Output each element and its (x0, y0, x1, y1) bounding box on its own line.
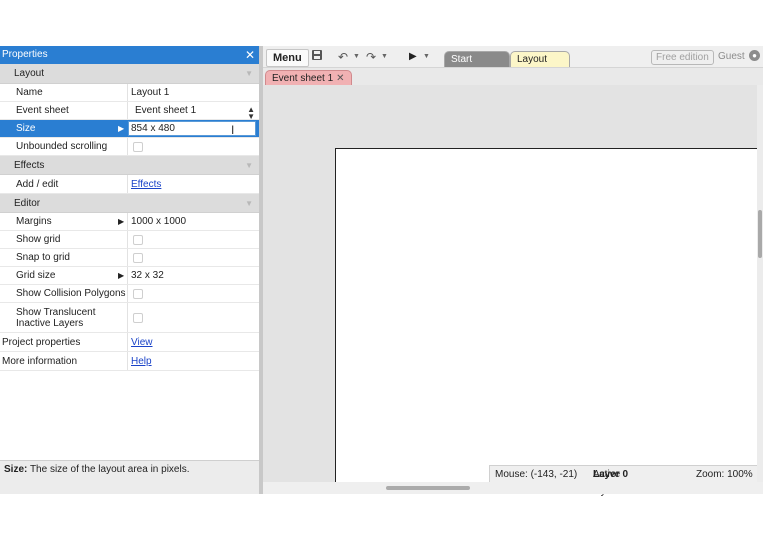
properties-panel: Properties ✕ Layout ▼ Name Layout 1 Even… (0, 46, 259, 494)
grid-size-value[interactable]: 32 x 32 (131, 267, 164, 285)
row-label: Show Translucent Inactive Layers (16, 307, 96, 329)
row-label: Project properties (2, 337, 81, 348)
row-add-edit[interactable]: Add / edit Effects (0, 175, 259, 194)
horizontal-scroll-thumb[interactable] (386, 486, 470, 490)
user-name[interactable]: Guest (718, 50, 745, 63)
main-toolbar: Menu ↶ ▼ ↷ ▼ ▶ ▼ Start page✕ Layout 1✕ F… (263, 46, 763, 81)
dropdown-icon[interactable]: ▼ (423, 49, 430, 65)
category-layout[interactable]: Layout ▼ (0, 64, 259, 84)
collapse-icon[interactable]: ▼ (245, 156, 253, 175)
effects-link[interactable]: Effects (131, 175, 161, 194)
row-snap-to-grid[interactable]: Snap to grid (0, 249, 259, 267)
expand-arrow-icon[interactable]: ▶ (118, 267, 124, 285)
app-window: Properties ✕ Layout ▼ Name Layout 1 Even… (0, 46, 763, 497)
menu-button[interactable]: Menu (266, 49, 309, 67)
select-arrows-icon[interactable]: ▲ ▼ (247, 106, 255, 121)
row-label: Name (16, 87, 43, 98)
row-project-properties[interactable]: Project properties View (0, 333, 259, 352)
layout-canvas[interactable] (335, 148, 757, 482)
status-bar: Mouse: (-143, -21) Active layer: Layer 0… (489, 465, 757, 497)
row-show-translucent[interactable]: Show Translucent Inactive Layers (0, 303, 259, 333)
row-label: Show grid (16, 234, 61, 245)
row-label: Size (16, 123, 36, 134)
play-icon[interactable]: ▶ (409, 49, 417, 65)
row-label: Snap to grid (16, 252, 70, 263)
row-unbounded-scrolling[interactable]: Unbounded scrolling (0, 138, 259, 156)
help-link[interactable]: Help (131, 352, 152, 371)
row-show-collision-polygons[interactable]: Show Collision Polygons (0, 285, 259, 303)
category-label: Editor (14, 198, 41, 209)
row-label: Margins (16, 216, 52, 227)
property-description: Size: The size of the layout area in pix… (0, 460, 259, 494)
row-show-grid[interactable]: Show grid (0, 231, 259, 249)
margins-value[interactable]: 1000 x 1000 (131, 213, 186, 231)
text-cursor-icon: I (231, 123, 235, 137)
close-icon[interactable]: ✕ (336, 73, 344, 84)
unbounded-scrolling-checkbox[interactable] (133, 142, 143, 152)
dropdown-icon[interactable]: ▼ (353, 49, 360, 65)
category-editor[interactable]: Editor ▼ (0, 194, 259, 213)
category-label: Layout (14, 68, 45, 79)
name-value[interactable]: Layout 1 (131, 84, 169, 102)
subtab-bar: Event sheet 1 ✕ (263, 68, 763, 85)
event-sheet-select[interactable]: Event sheet 1 (135, 102, 196, 120)
description-title: Size: (4, 464, 28, 475)
collapse-icon[interactable]: ▼ (245, 64, 253, 84)
redo-icon[interactable]: ↷ (366, 49, 376, 65)
row-label: Event sheet (16, 105, 69, 116)
row-label: Show Collision Polygons (16, 288, 126, 299)
expand-arrow-icon[interactable]: ▶ (118, 120, 124, 138)
label-line: Show Translucent (16, 307, 96, 318)
close-icon[interactable]: ✕ (245, 46, 255, 64)
save-icon[interactable] (311, 49, 323, 65)
row-name[interactable]: Name Layout 1 (0, 84, 259, 102)
row-size[interactable]: Size ▶ I (0, 120, 259, 138)
show-collision-checkbox[interactable] (133, 289, 143, 299)
label-line: Inactive Layers (16, 318, 84, 329)
zoom-level: Zoom: 100% (696, 469, 753, 480)
row-event-sheet[interactable]: Event sheet Event sheet 1 ▲ ▼ (0, 102, 259, 121)
show-translucent-checkbox[interactable] (133, 313, 143, 323)
category-label: Effects (14, 160, 45, 171)
tab-event-sheet-1[interactable]: Event sheet 1 ✕ (265, 70, 352, 85)
layout-view[interactable] (263, 85, 757, 482)
row-label: Add / edit (16, 179, 59, 190)
active-layer: Active layer: Layer 0 (593, 466, 628, 497)
view-link[interactable]: View (131, 333, 153, 352)
snap-to-grid-checkbox[interactable] (133, 253, 143, 263)
row-label: Grid size (16, 270, 56, 281)
vertical-scrollbar[interactable] (757, 85, 763, 482)
dropdown-icon[interactable]: ▼ (381, 49, 388, 65)
panel-title: Properties (2, 49, 48, 60)
vertical-scroll-thumb[interactable] (758, 210, 762, 258)
show-grid-checkbox[interactable] (133, 235, 143, 245)
row-label: Unbounded scrolling (16, 141, 108, 152)
mouse-position: Mouse: (-143, -21) (495, 469, 578, 480)
row-label: More information (2, 356, 78, 367)
category-effects[interactable]: Effects ▼ (0, 156, 259, 175)
row-margins[interactable]: Margins ▶ 1000 x 1000 (0, 213, 259, 231)
size-input[interactable] (128, 121, 256, 136)
horizontal-scrollbar[interactable] (263, 482, 763, 494)
collapse-icon[interactable]: ▼ (245, 194, 253, 213)
tab-start-page[interactable]: Start page✕ (444, 51, 510, 81)
tab-layout-1[interactable]: Layout 1✕ (510, 51, 570, 81)
expand-arrow-icon[interactable]: ▶ (118, 213, 124, 231)
user-icon[interactable]: ● (749, 50, 760, 61)
properties-header: Properties ✕ (0, 46, 259, 64)
row-more-information[interactable]: More information Help (0, 352, 259, 371)
tab-label: Event sheet 1 (272, 73, 334, 84)
free-edition-badge: Free edition (651, 50, 714, 65)
undo-icon[interactable]: ↶ (338, 49, 348, 65)
row-grid-size[interactable]: Grid size ▶ 32 x 32 (0, 267, 259, 285)
description-text: The size of the layout area in pixels. (27, 464, 190, 475)
